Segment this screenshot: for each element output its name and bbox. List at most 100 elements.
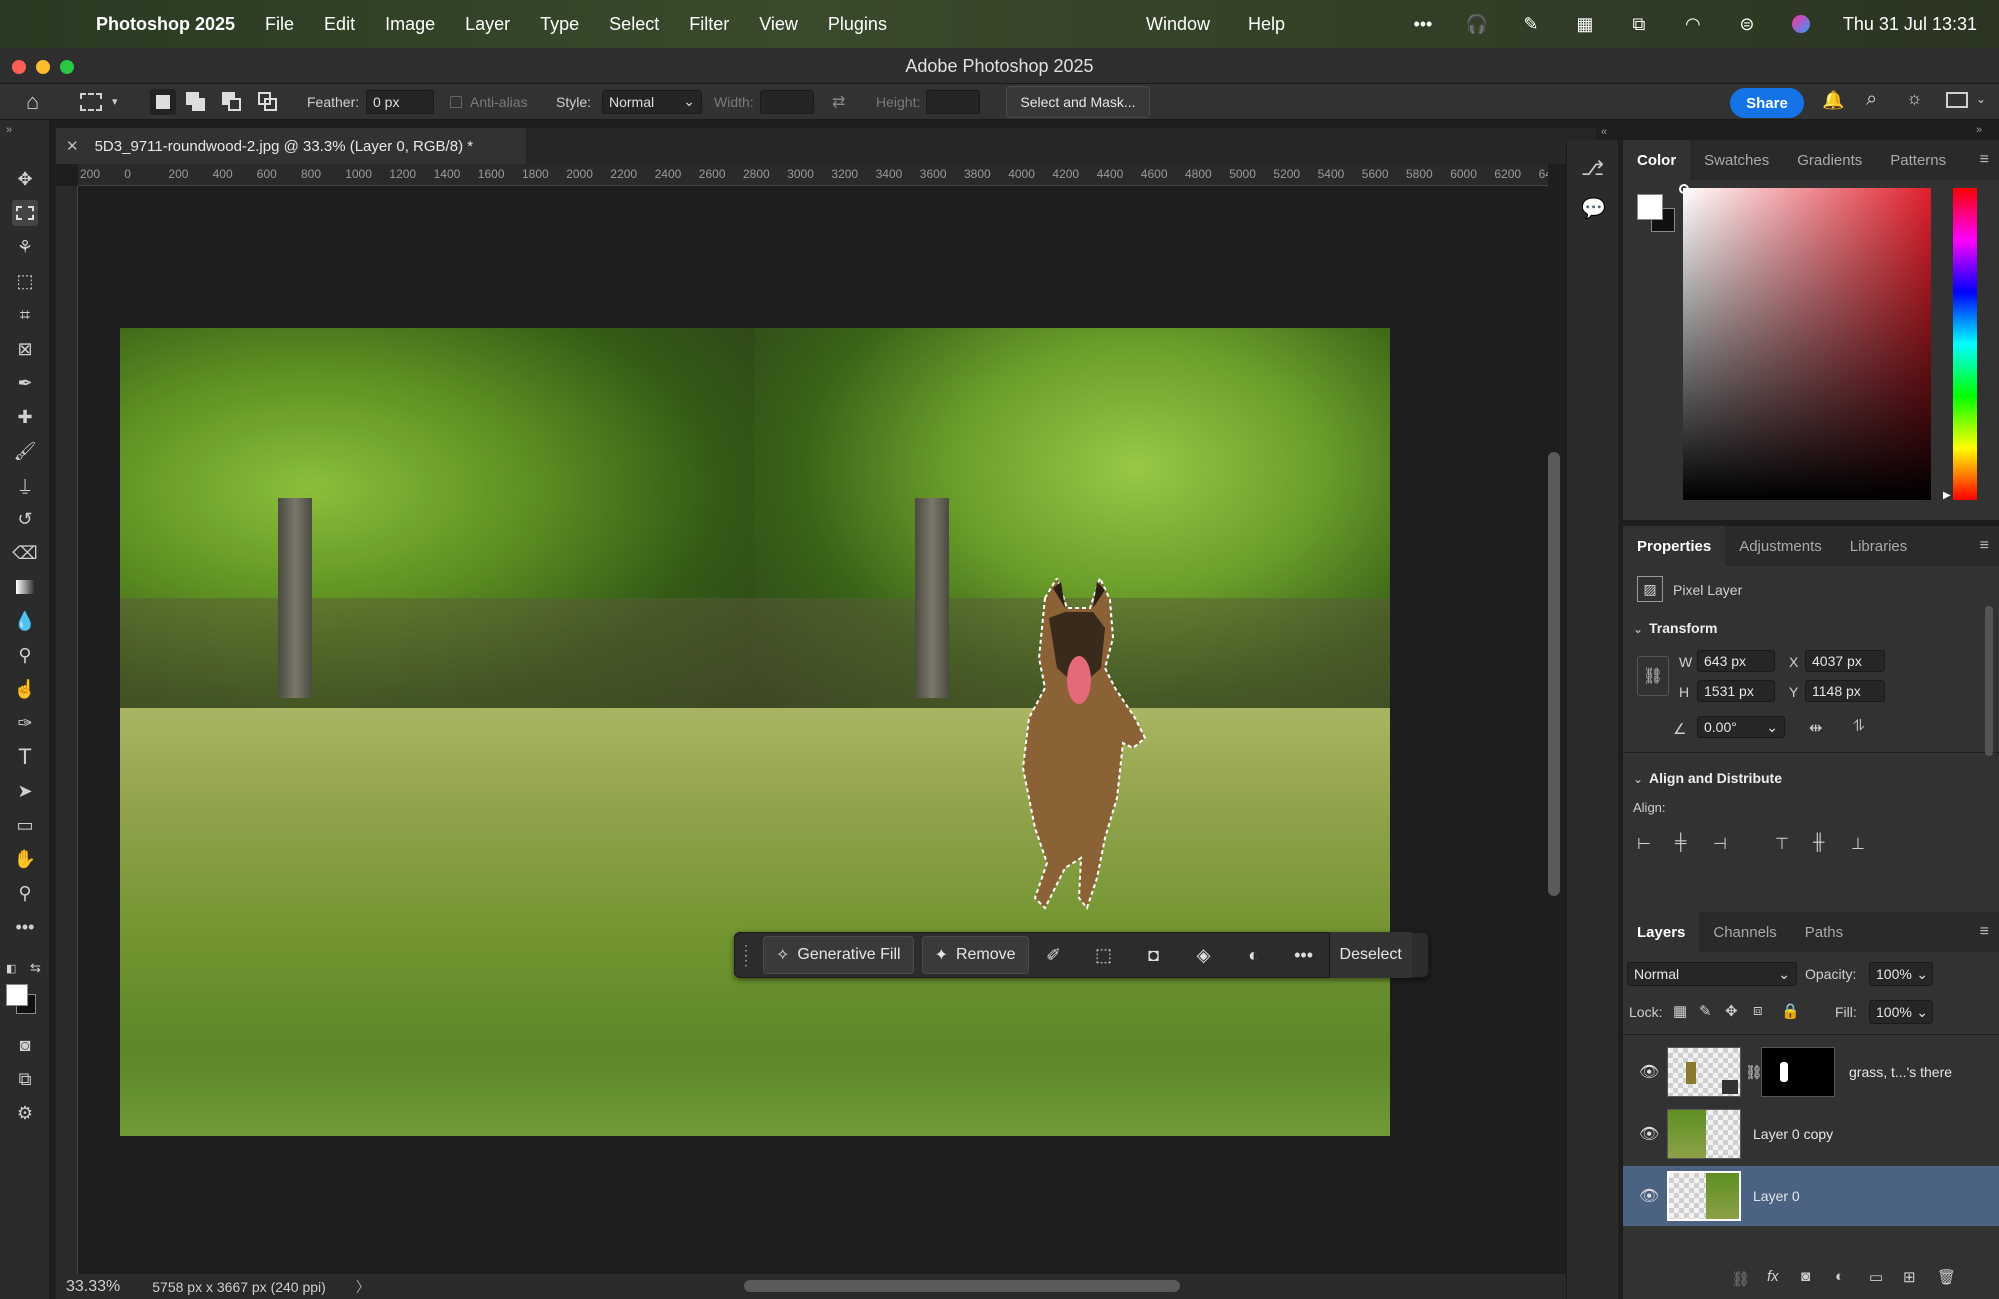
- align-left-edges-icon[interactable]: ⊢: [1637, 834, 1651, 854]
- zoom-level[interactable]: 33.33%: [66, 1278, 120, 1296]
- style-select[interactable]: Normal ⌄: [602, 89, 702, 114]
- quick-selection-tool-icon[interactable]: ⬚: [12, 268, 38, 294]
- default-colors-icon[interactable]: ◧: [6, 962, 16, 975]
- link-layers-icon[interactable]: ⛓: [1731, 1270, 1750, 1288]
- anti-alias-checkbox[interactable]: [450, 95, 462, 108]
- layer-name[interactable]: grass, t...'s there: [1849, 1064, 1952, 1080]
- fill-field[interactable]: 100% ⌄: [1869, 1000, 1933, 1024]
- comments-icon[interactable]: 💬: [1581, 196, 1606, 221]
- rectangle-tool-icon[interactable]: ▭: [12, 812, 38, 838]
- subtract-from-selection-icon[interactable]: [222, 91, 242, 112]
- align-bottom-edges-icon[interactable]: ⊥: [1851, 834, 1865, 854]
- adjustment-layer-icon[interactable]: ◐: [1229, 936, 1279, 974]
- menu-edit[interactable]: Edit: [324, 14, 355, 35]
- path-selection-tool-icon[interactable]: ➤: [12, 778, 38, 804]
- layer-row-generative[interactable]: 👁 ⛓ grass, t...'s there: [1623, 1042, 1999, 1102]
- align-section-title[interactable]: Align and Distribute: [1649, 770, 1782, 786]
- tab-paths[interactable]: Paths: [1791, 912, 1857, 952]
- history-icon[interactable]: ⎇: [1581, 156, 1604, 181]
- menu-app-name[interactable]: Photoshop 2025: [96, 14, 235, 35]
- hue-slider-handle[interactable]: ▶: [1943, 490, 1951, 501]
- lock-all-icon[interactable]: 🔒: [1781, 1002, 1800, 1020]
- tab-properties[interactable]: Properties: [1623, 526, 1726, 566]
- collapse-icon[interactable]: »: [6, 124, 12, 136]
- properties-scrollbar[interactable]: [1985, 606, 1993, 756]
- more-icon[interactable]: •••: [1411, 14, 1435, 34]
- eyedropper-tool-icon[interactable]: ✒: [12, 370, 38, 396]
- panel-menu-icon[interactable]: ≡: [1980, 151, 1989, 169]
- type-tool-icon[interactable]: T: [12, 744, 38, 770]
- layer-row-layer-0[interactable]: 👁 Layer 0: [1623, 1166, 1999, 1226]
- delete-layer-icon[interactable]: 🗑: [1937, 1268, 1956, 1286]
- brush-tool-icon[interactable]: 🖌: [12, 438, 38, 464]
- add-to-selection-icon[interactable]: [186, 91, 206, 112]
- document-info[interactable]: 5758 px x 3667 px (240 ppi): [152, 1279, 326, 1295]
- layer-mask-thumbnail[interactable]: [1761, 1047, 1835, 1097]
- menu-layer[interactable]: Layer: [465, 14, 510, 35]
- quick-mask-icon[interactable]: ◙: [12, 1032, 38, 1058]
- width-input[interactable]: [760, 89, 814, 114]
- more-tools-icon[interactable]: •••: [12, 914, 38, 940]
- chevron-right-icon[interactable]: 〉: [356, 1277, 370, 1297]
- y-field[interactable]: 1148 px: [1805, 680, 1885, 702]
- layer-row-layer-0-copy[interactable]: 👁 Layer 0 copy: [1623, 1104, 1999, 1164]
- dodge-tool-icon[interactable]: ⚲: [12, 642, 38, 668]
- new-group-icon[interactable]: ▭: [1869, 1268, 1883, 1286]
- workspace-icon[interactable]: [1946, 92, 1968, 108]
- smudge-tool-icon[interactable]: ☝: [12, 676, 38, 702]
- visibility-eye-icon[interactable]: 👁: [1639, 1124, 1659, 1144]
- select-and-mask-button[interactable]: Select and Mask...: [1006, 86, 1150, 118]
- devices-icon[interactable]: ⧉: [1627, 14, 1651, 34]
- pen-tool-icon[interactable]: ✑: [12, 710, 38, 736]
- swap-icon[interactable]: ⇄: [832, 92, 845, 112]
- visibility-eye-icon[interactable]: 👁: [1639, 1062, 1659, 1082]
- crop-tool-icon[interactable]: ⌗: [12, 302, 38, 328]
- align-top-edges-icon[interactable]: ⊤: [1775, 834, 1789, 854]
- menu-plugins[interactable]: Plugins: [828, 14, 887, 35]
- color-picker-handle[interactable]: [1679, 184, 1689, 194]
- align-horizontal-centers-icon[interactable]: ╪: [1675, 834, 1686, 852]
- create-mask-icon[interactable]: ◘: [1129, 936, 1179, 974]
- width-field[interactable]: 643 px: [1697, 650, 1775, 672]
- foreground-color-swatch[interactable]: [6, 984, 28, 1006]
- history-brush-tool-icon[interactable]: ↺: [12, 506, 38, 532]
- panel-menu-icon[interactable]: ≡: [1980, 923, 1989, 941]
- angle-field[interactable]: 0.00° ⌄: [1697, 716, 1785, 738]
- edit-toolbar-icon[interactable]: ⚙: [12, 1100, 38, 1126]
- control-center-icon[interactable]: ⊜: [1735, 14, 1759, 34]
- color-picker-field[interactable]: [1683, 188, 1931, 500]
- menu-select[interactable]: Select: [609, 14, 659, 35]
- swap-colors-icon[interactable]: ⇆: [30, 960, 41, 976]
- zoom-tool-icon[interactable]: ⚲: [12, 880, 38, 906]
- menu-help[interactable]: Help: [1248, 14, 1285, 35]
- chevron-down-icon[interactable]: ▾: [112, 95, 118, 108]
- adjustment-layer-icon[interactable]: ◐: [1835, 1268, 1844, 1285]
- intersect-selection-icon[interactable]: [258, 91, 278, 112]
- tab-libraries[interactable]: Libraries: [1836, 526, 1922, 566]
- tab-channels[interactable]: Channels: [1699, 912, 1790, 952]
- panel-menu-icon[interactable]: ≡: [1980, 537, 1989, 555]
- height-input[interactable]: [926, 89, 980, 114]
- tab-layers[interactable]: Layers: [1623, 912, 1700, 952]
- foreground-color-chip[interactable]: [1637, 194, 1663, 220]
- rectangular-marquee-tool-icon[interactable]: [12, 200, 38, 226]
- more-options-icon[interactable]: •••: [1279, 936, 1329, 974]
- menu-window[interactable]: Window: [1146, 14, 1210, 35]
- link-dimensions-icon[interactable]: ⛓: [1637, 656, 1669, 696]
- opacity-field[interactable]: 100% ⌄: [1869, 962, 1933, 986]
- chevron-down-icon[interactable]: ⌄: [1633, 622, 1643, 636]
- collapse-icon[interactable]: «: [1601, 126, 1607, 138]
- fx-icon[interactable]: fx: [1767, 1268, 1779, 1285]
- lock-artboard-icon[interactable]: ⧈: [1753, 1002, 1763, 1019]
- layer-name[interactable]: Layer 0: [1753, 1188, 1800, 1204]
- remove-button[interactable]: ✦ Remove: [921, 936, 1029, 974]
- home-icon[interactable]: ⌂: [26, 89, 39, 115]
- align-vertical-centers-icon[interactable]: ╫: [1813, 834, 1824, 852]
- headphones-icon[interactable]: 🎧: [1465, 14, 1489, 34]
- chevron-down-icon[interactable]: ⌄: [1976, 92, 1986, 106]
- tab-color[interactable]: Color: [1623, 140, 1691, 180]
- marquee-tool-preset-icon[interactable]: [80, 92, 102, 111]
- new-selection-icon[interactable]: [150, 88, 176, 115]
- search-icon[interactable]: ⌕: [1866, 88, 1877, 111]
- x-field[interactable]: 4037 px: [1805, 650, 1885, 672]
